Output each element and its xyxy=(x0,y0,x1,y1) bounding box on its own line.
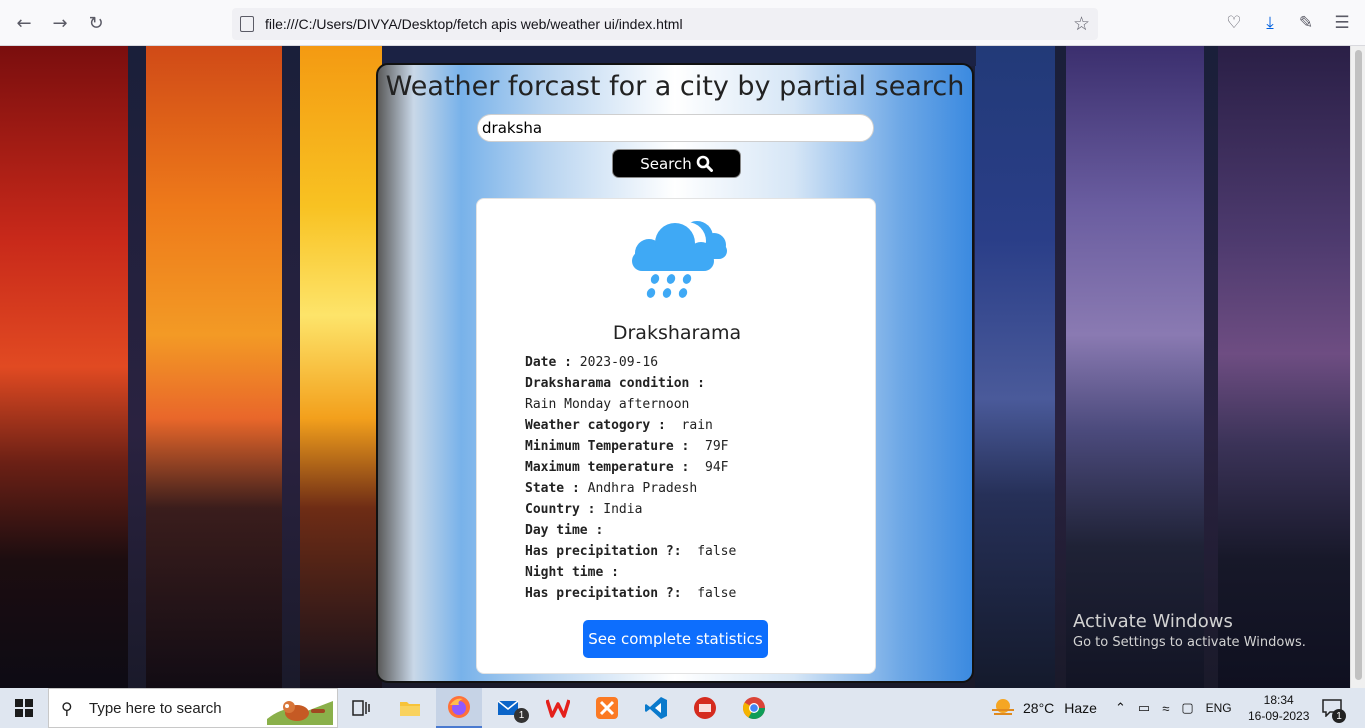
clock-time: 18:34 xyxy=(1263,693,1294,707)
detail-row: Has precipitation ?: false xyxy=(525,544,737,559)
wps-icon xyxy=(546,699,570,718)
system-tray: ⌃ ▭ ≈ ▢ ENG xyxy=(1115,688,1232,728)
network-status-icon[interactable]: ▭ xyxy=(1138,700,1150,716)
extensions-icon[interactable]: ✎ xyxy=(1295,12,1317,34)
mail-badge: 1 xyxy=(514,708,529,723)
detail-row: Maximum temperature : 94F xyxy=(525,460,729,475)
bookmark-star-icon[interactable]: ☆ xyxy=(1073,13,1090,35)
search-icon: ⚲ xyxy=(61,699,73,718)
weather-temp: 28°C xyxy=(1023,700,1055,716)
detail-row: Has precipitation ?: false xyxy=(525,586,737,601)
vscode-icon xyxy=(645,697,667,719)
xampp-button[interactable] xyxy=(584,688,630,728)
pocket-icon[interactable]: ♡ xyxy=(1223,12,1245,34)
task-view-button[interactable] xyxy=(338,688,384,728)
notification-center-button[interactable]: 1 xyxy=(1322,688,1346,728)
task-view-icon xyxy=(352,700,370,716)
clock[interactable]: 18:34 16-09-2023 xyxy=(1248,688,1309,728)
firefox-button[interactable] xyxy=(436,688,482,728)
chrome-button[interactable] xyxy=(731,688,777,728)
detail-row: Rain Monday afternoon xyxy=(525,397,690,412)
background-photo-strip xyxy=(146,46,282,688)
search-icon xyxy=(696,155,713,172)
background-photo-strip xyxy=(975,46,1055,688)
detail-row: Night time : xyxy=(525,565,619,580)
wps-office-button[interactable] xyxy=(535,688,581,728)
background-photo-strip xyxy=(1218,46,1350,688)
clock-date: 16-09-2023 xyxy=(1248,709,1310,723)
detail-row: Minimum Temperature : 79F xyxy=(525,439,729,454)
back-icon[interactable]: ← xyxy=(12,11,36,35)
start-button[interactable] xyxy=(0,688,48,728)
background-photo-strip xyxy=(1066,46,1204,688)
wifi-icon[interactable]: ≈ xyxy=(1162,701,1169,716)
detail-row: Day time : xyxy=(525,523,604,538)
devcpp-icon xyxy=(694,697,716,719)
taskbar-search-box[interactable]: ⚲ Type here to search xyxy=(48,688,338,728)
weather-widget[interactable]: 28°C Haze xyxy=(990,688,1097,728)
weather-card: Draksharama Date : 2023-09-16 Draksharam… xyxy=(476,198,876,674)
search-button-label: Search xyxy=(640,154,692,173)
chevron-up-icon[interactable]: ⌃ xyxy=(1115,700,1126,716)
detail-row: Country : India xyxy=(525,502,643,517)
battery-icon[interactable]: ▢ xyxy=(1181,700,1193,716)
background-photo-strip xyxy=(0,46,128,688)
city-search-input[interactable] xyxy=(477,114,874,142)
detail-row: Weather catogory : rain xyxy=(525,418,713,433)
file-explorer-button[interactable] xyxy=(387,688,433,728)
address-bar[interactable]: file:///C:/Users/DIVYA/Desktop/fetch api… xyxy=(232,8,1098,40)
rain-cloud-icon xyxy=(632,221,727,298)
notification-badge: 1 xyxy=(1332,709,1346,723)
folder-icon xyxy=(400,702,420,716)
reload-icon[interactable]: ↻ xyxy=(84,11,108,35)
page-title: Weather forcast for a city by partial se… xyxy=(385,71,965,102)
mail-button[interactable]: 1 xyxy=(486,688,532,728)
downloads-icon[interactable]: ⤓ xyxy=(1259,12,1281,34)
red-panda-illustration-icon xyxy=(267,701,333,725)
page-viewport: Weather forcast for a city by partial se… xyxy=(0,46,1350,688)
firefox-icon xyxy=(448,696,470,718)
scrollbar-thumb[interactable] xyxy=(1355,50,1362,680)
taskbar-search-placeholder: Type here to search xyxy=(89,700,222,717)
weather-details: Date : 2023-09-16 Draksharama condition … xyxy=(525,352,736,604)
city-name: Draksharama xyxy=(612,322,742,344)
haze-sun-icon xyxy=(992,699,1014,715)
document-icon xyxy=(240,16,254,32)
chrome-icon xyxy=(743,697,765,719)
devcpp-button[interactable] xyxy=(682,688,728,728)
menu-icon[interactable]: ☰ xyxy=(1331,12,1353,34)
see-complete-statistics-button[interactable]: See complete statistics xyxy=(583,620,768,658)
background-photo-strip xyxy=(300,46,382,688)
search-button[interactable]: Search xyxy=(612,149,741,178)
vscode-button[interactable] xyxy=(633,688,679,728)
activate-windows-watermark: Activate Windows Go to Settings to activ… xyxy=(1073,611,1306,650)
weather-panel: Weather forcast for a city by partial se… xyxy=(376,63,974,683)
windows-logo-icon xyxy=(15,699,33,717)
detail-row: State : Andhra Pradesh xyxy=(525,481,698,496)
url-text[interactable]: file:///C:/Users/DIVYA/Desktop/fetch api… xyxy=(265,16,683,32)
xampp-icon xyxy=(596,697,618,719)
forward-icon[interactable]: → xyxy=(48,11,72,35)
windows-taskbar: ⚲ Type here to search 1 28°C Haze ⌃ ▭ ≈ … xyxy=(0,688,1365,728)
detail-row: Date : 2023-09-16 xyxy=(525,355,659,370)
language-indicator[interactable]: ENG xyxy=(1206,701,1232,715)
page-scrollbar[interactable] xyxy=(1350,46,1365,688)
browser-toolbar: ← → ↻ file:///C:/Users/DIVYA/Desktop/fet… xyxy=(0,0,1365,46)
detail-row: Draksharama condition : xyxy=(525,376,706,391)
weather-condition: Haze xyxy=(1064,700,1097,716)
